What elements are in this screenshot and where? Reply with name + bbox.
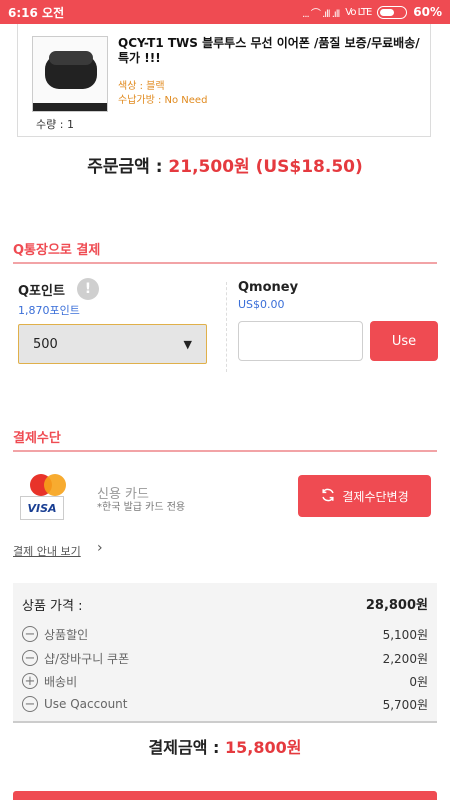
qpoint-selected-value: 500	[33, 336, 58, 352]
payment-section-title: 결제수단	[13, 431, 61, 446]
qmoney-balance: US$0.00	[238, 298, 285, 311]
order-amount-value: 21,500원 (US$18.50)	[168, 157, 363, 177]
mastercard-icon	[30, 474, 72, 496]
card-logos: VISA	[20, 474, 72, 520]
qmoney-input[interactable]	[238, 321, 363, 361]
final-amount-value: 15,800원	[224, 738, 302, 757]
battery-icon	[377, 5, 408, 19]
summary-row-label: 배송비	[44, 674, 78, 689]
chevron-right-icon[interactable]: ›	[97, 540, 103, 556]
product-quantity: 수량 : 1	[36, 118, 74, 131]
price-summary: 상품 가격 : 28,800원 − 상품할인 5,100원 − 샵/장바구니 쿠…	[13, 583, 437, 721]
product-price-label: 상품 가격 :	[22, 599, 83, 614]
summary-row-amount: 5,100원	[382, 627, 428, 642]
change-payment-label: 결제수단변경	[342, 489, 409, 504]
summary-bottom-divider	[13, 721, 437, 723]
product-card[interactable]: 수량 : 1 QCY-T1 TWS 블루투스 무선 이어폰 /품질 보증/무료배…	[17, 24, 431, 137]
qpoint-select[interactable]: 500 ▼	[18, 324, 207, 364]
final-amount-label: 결제금액 :	[148, 738, 225, 757]
payment-divider	[13, 450, 437, 452]
summary-row-label: Use Qaccount	[44, 697, 128, 711]
status-icons: ... ⌒ .ıll .ıll Vo LTE 60%	[302, 5, 442, 20]
order-amount: 주문금액 : 21,500원 (US$18.50)	[0, 152, 450, 177]
qbank-divider	[13, 262, 437, 264]
signal-icons: ... ⌒ .ıll .ıll	[302, 8, 340, 20]
summary-row-shipping: + 배송비 0원	[22, 672, 428, 690]
use-button[interactable]: Use	[370, 321, 438, 361]
lte-icon: Vo LTE	[345, 6, 372, 18]
final-amount: 결제금액 : 15,800원	[0, 734, 450, 758]
battery-percent: 60%	[413, 5, 442, 19]
status-time: 6:16 오전	[8, 5, 65, 20]
order-amount-label: 주문금액 :	[87, 157, 169, 177]
qpoint-balance: 1,870포인트	[18, 304, 80, 317]
minus-circle-icon: −	[22, 696, 38, 712]
product-price-value: 28,800원	[365, 598, 428, 613]
earbud-case-lid	[49, 51, 93, 65]
summary-row-amount: 2,200원	[382, 651, 428, 666]
plus-circle-icon: +	[22, 673, 38, 689]
product-option-color: 색상 : 블랙	[118, 81, 165, 92]
card-sub: *한국 발급 카드 전용	[97, 502, 186, 513]
thumbnail-band	[33, 103, 107, 111]
product-title[interactable]: QCY-T1 TWS 블루투스 무선 이어폰 /품질 보증/무료배송/특가 !!…	[118, 36, 424, 66]
info-icon[interactable]: !	[77, 278, 99, 300]
minus-circle-icon: −	[22, 650, 38, 666]
summary-row-coupon: − 샵/장바구니 쿠폰 2,200원	[22, 649, 428, 667]
product-thumbnail[interactable]	[32, 36, 108, 112]
qmoney-label: Qmoney	[238, 280, 299, 295]
payment-guide-link[interactable]: 결제 안내 보기	[13, 543, 81, 559]
qpoint-label: Q포인트	[18, 284, 65, 299]
summary-row-amount: 0원	[409, 674, 428, 689]
summary-row-qaccount: − Use Qaccount 5,700원	[22, 695, 428, 713]
summary-row-label: 상품할인	[44, 627, 89, 642]
qbank-section-title: Q통장으로 결제	[13, 243, 101, 258]
summary-row-amount: 5,700원	[382, 697, 428, 712]
summary-row-discount: − 상품할인 5,100원	[22, 625, 428, 643]
refresh-icon	[320, 487, 336, 506]
status-bar: 6:16 오전 ... ⌒ .ıll .ıll Vo LTE 60%	[0, 0, 450, 24]
battery-fill	[380, 8, 395, 16]
minus-circle-icon: −	[22, 626, 38, 642]
pay-button[interactable]	[13, 791, 437, 800]
summary-row-label: 샵/장바구니 쿠폰	[44, 651, 130, 666]
visa-icon: VISA	[20, 496, 64, 520]
change-payment-button[interactable]: 결제수단변경	[298, 475, 431, 517]
dropdown-arrow-icon: ▼	[183, 337, 192, 351]
product-option-delivery: 수납가방 : No Need	[118, 95, 208, 106]
qbank-vertical-divider	[226, 282, 227, 372]
